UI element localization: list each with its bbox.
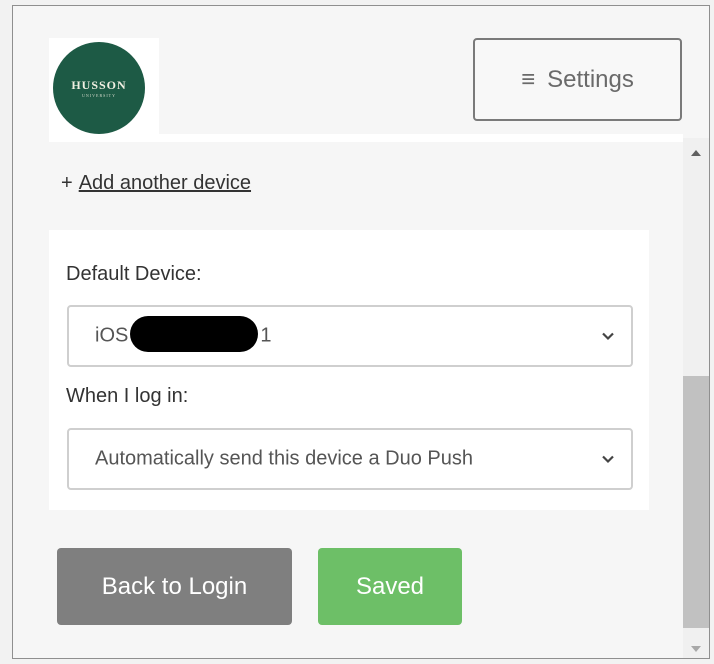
default-device-select[interactable]: iOS 1 <box>67 305 633 367</box>
when-i-log-in-value: Automatically send this device a Duo Pus… <box>95 447 473 470</box>
scroll-down-arrow-icon[interactable] <box>691 646 701 652</box>
scroll-up-arrow-icon[interactable] <box>691 150 701 156</box>
logo-wordmark: HUSSON <box>71 77 127 92</box>
when-i-log-in-label: When I log in: <box>66 385 189 407</box>
add-another-device-link[interactable]: Add another device <box>79 172 251 194</box>
settings-button[interactable]: ≡ Settings <box>473 38 682 121</box>
hamburger-menu-icon: ≡ <box>521 65 536 93</box>
vertical-scrollbar[interactable] <box>683 138 709 658</box>
add-device-row: + Add another device <box>61 172 251 195</box>
redaction-mark <box>130 316 259 352</box>
scrollbar-thumb[interactable] <box>683 376 709 628</box>
settings-button-label: Settings <box>547 65 634 93</box>
logo-container: HUSSON UNIVERSITY <box>49 38 159 142</box>
when-i-log-in-select[interactable]: Automatically send this device a Duo Pus… <box>67 428 633 490</box>
saved-button[interactable]: Saved <box>318 548 462 625</box>
duo-settings-frame: HUSSON UNIVERSITY ≡ Settings + Add anothe… <box>12 5 710 659</box>
content-top-edge <box>49 134 683 142</box>
logo-subtext: UNIVERSITY <box>82 92 116 98</box>
add-device-plus: + <box>61 172 73 194</box>
back-to-login-button[interactable]: Back to Login <box>57 548 292 625</box>
default-device-label: Default Device: <box>66 263 202 285</box>
default-device-value: iOS 1 <box>95 316 271 354</box>
chevron-down-icon <box>602 455 614 464</box>
husson-logo: HUSSON UNIVERSITY <box>53 42 145 134</box>
chevron-down-icon <box>602 332 614 341</box>
